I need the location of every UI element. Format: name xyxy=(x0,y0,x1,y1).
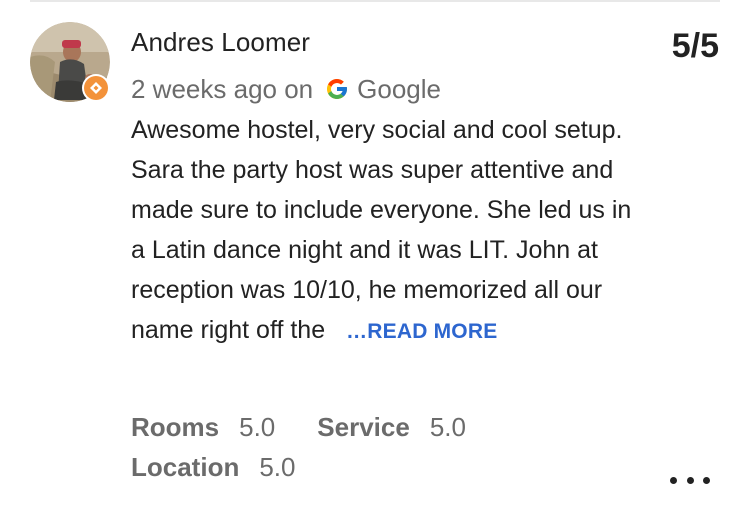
rating-value-service: 5.0 xyxy=(429,412,466,442)
rating-value-rooms: 5.0 xyxy=(239,412,276,442)
more-options-icon xyxy=(686,476,694,484)
review-score: 5/5 xyxy=(671,27,719,65)
reviewer-name[interactable]: Andres Loomer xyxy=(131,27,310,58)
google-g-icon xyxy=(325,77,349,101)
more-options-icon xyxy=(670,476,677,484)
reviewer-avatar-container[interactable] xyxy=(30,22,110,102)
local-guide-badge xyxy=(82,74,110,102)
top-divider xyxy=(30,0,720,2)
rating-row-1: Rooms 5.0 Service 5.0 xyxy=(131,412,466,443)
local-guide-badge-icon xyxy=(84,76,108,100)
review-time: 2 weeks ago on xyxy=(131,73,314,104)
rating-label-location: Location xyxy=(131,452,240,482)
rating-value-location: 5.0 xyxy=(259,452,296,482)
read-more-link[interactable]: …READ MORE xyxy=(346,320,497,343)
more-options-button[interactable] xyxy=(670,472,710,488)
review-text-container: Awesome hostel, very social and cool set… xyxy=(131,110,641,352)
rating-label-rooms: Rooms xyxy=(131,412,220,442)
rating-label-service: Service xyxy=(317,412,410,442)
review-source: Google xyxy=(357,73,441,104)
review-meta: 2 weeks ago on Google xyxy=(131,72,441,106)
more-options-icon xyxy=(703,476,710,484)
rating-row-2: Location 5.0 xyxy=(131,452,296,483)
review-text: Awesome hostel, very social and cool set… xyxy=(131,116,632,344)
